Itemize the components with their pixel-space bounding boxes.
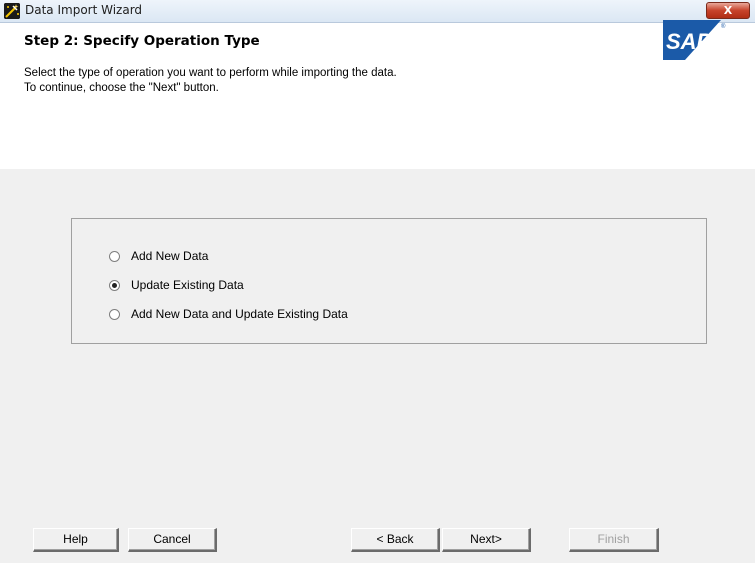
option-update-existing-data[interactable]: Update Existing Data [109,277,244,293]
next-button[interactable]: Next> [442,528,531,552]
data-import-wizard-window: Data Import Wizard X Step 2: Specify Ope… [0,0,755,563]
radio-selected-dot [112,282,117,288]
option-label: Update Existing Data [131,278,244,292]
sap-logo-text: SAP [666,29,712,54]
option-add-new-data[interactable]: Add New Data [109,248,208,264]
svg-text:®: ® [721,23,726,30]
radio-update-existing-data[interactable] [109,279,120,291]
instruction-text-line1: Select the type of operation you want to… [24,67,397,79]
option-label: Add New Data [131,249,209,263]
cancel-button[interactable]: Cancel [128,528,217,552]
window-title: Data Import Wizard [25,3,143,17]
close-button[interactable]: X [706,2,750,19]
finish-button[interactable]: Finish [569,528,659,552]
step-title: Step 2: Specify Operation Type [24,33,260,49]
help-button[interactable]: Help [33,528,119,552]
wizard-wand-icon [4,3,20,19]
option-label: Add New Data and Update Existing Data [131,307,348,321]
title-bar[interactable]: Data Import Wizard X [0,0,755,23]
close-icon: X [723,4,733,17]
sap-logo: SAP ® [663,20,726,60]
operation-type-group: Add New Data Update Existing Data Add Ne… [71,218,707,344]
radio-add-new-data[interactable] [109,250,120,262]
option-add-and-update-data[interactable]: Add New Data and Update Existing Data [109,306,348,322]
instruction-text-line2: To continue, choose the "Next" button. [24,82,219,94]
radio-add-and-update-data[interactable] [109,308,120,320]
back-button[interactable]: < Back [351,528,440,552]
